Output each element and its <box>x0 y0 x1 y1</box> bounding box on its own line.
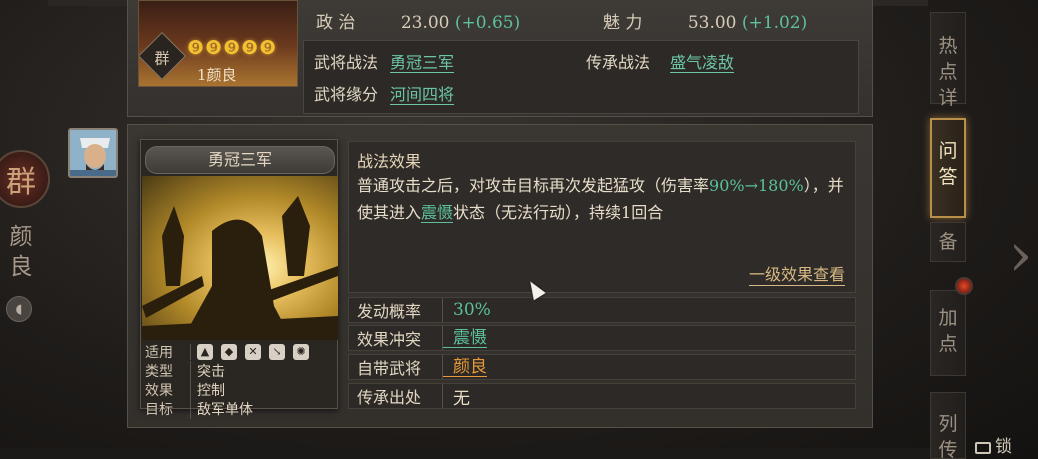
stat-value: 23.00 <box>400 13 450 33</box>
faction-badge-text: 群 <box>154 48 170 67</box>
stat-label: 魅 力 <box>603 13 643 33</box>
faction-badge: 群 <box>139 31 187 81</box>
effect-title: 战法效果 <box>357 152 422 171</box>
stat-charisma: 魅 力 53.00 (+1.02) <box>603 8 807 33</box>
battle-silhouette-art <box>142 196 338 340</box>
stat-label: 政 治 <box>316 13 356 33</box>
left-hero-panel: 群 颜 良 ◖ <box>0 0 60 459</box>
meta-value: 突击 <box>190 360 225 381</box>
bond-line: 武将缘分 河间四将 <box>314 81 455 105</box>
tab-qa[interactable]: 问 答 <box>930 118 966 218</box>
tab-add-points[interactable]: 加 点 <box>930 290 966 376</box>
hero-name-vertical: 颜 良 <box>8 222 34 282</box>
skill-card-title: 勇冠三军 <box>145 146 335 174</box>
hero-skill-line: 武将战法 勇冠三军 <box>314 49 455 73</box>
meta-label: 适用 <box>145 344 173 361</box>
attr-value-link[interactable]: 颜良 <box>443 358 487 377</box>
inherit-skill-link[interactable]: 盛气凌敌 <box>670 53 735 73</box>
meta-type: 类型 突击 <box>145 360 335 381</box>
star-rating: ❾❾❾❾❾ <box>187 37 278 59</box>
siege-icon: ✺ <box>293 343 309 360</box>
notification-dot <box>955 277 973 295</box>
speaker-icon[interactable]: ◖ <box>6 296 32 322</box>
meta-effect: 效果 控制 <box>145 379 335 400</box>
stat-delta: (+0.65) <box>454 13 521 33</box>
attr-trigger-rate: 发动概率 30% <box>348 297 856 323</box>
shield-icon: ◆ <box>221 343 237 360</box>
meta-target: 目标 敌军单体 <box>145 398 335 419</box>
attr-label: 效果冲突 <box>349 326 443 350</box>
lock-label-text: 锁 <box>995 437 1012 457</box>
lock-toggle[interactable]: 锁 <box>975 432 1012 457</box>
right-tab-bar: 热 点 详 问 答 备 加 点 列 传 <box>930 0 970 459</box>
lock-icon <box>975 441 991 454</box>
damage-rate: 90%→180% <box>709 176 804 195</box>
tab-biography[interactable]: 列 传 <box>930 392 966 459</box>
bow-icon: ✕ <box>245 343 261 360</box>
hero-portrait[interactable]: 群 ❾❾❾❾❾ 1颜良 <box>138 0 298 87</box>
troop-type-icons: ▲ ◆ ✕ ↘ ✺ <box>190 343 309 360</box>
bond-link[interactable]: 河间四将 <box>390 85 455 105</box>
skill-card: 勇冠三军 适用 ▲ ◆ ✕ ↘ ✺ 类型 突击 效果 控制 目标 敌军单体 <box>140 139 338 419</box>
attr-value: 无 <box>453 388 470 409</box>
tab-hot-detail[interactable]: 热 点 详 <box>930 12 966 109</box>
attr-value-link[interactable]: 震慑 <box>443 329 487 348</box>
level-one-effect-link[interactable]: 一级效果查看 <box>748 261 845 286</box>
bond-label: 武将缘分 <box>314 85 379 104</box>
attr-label: 传承出处 <box>349 384 443 408</box>
bottom-border <box>0 448 930 459</box>
attr-native-hero: 自带武将 颜良 <box>348 354 856 380</box>
inherit-skill-line: 传承战法 盛气凌敌 <box>586 49 735 73</box>
stat-value: 53.00 <box>687 13 737 33</box>
meta-label: 效果 <box>145 382 173 399</box>
hero-name-char: 颜 <box>9 224 33 250</box>
hero-avatar[interactable] <box>68 128 118 178</box>
skill-detail-card: 勇冠三军 适用 ▲ ◆ ✕ ↘ ✺ 类型 突击 效果 控制 目标 敌军单体 战法… <box>127 124 873 428</box>
attr-value: 30% <box>453 300 491 320</box>
attr-label: 自带武将 <box>349 355 443 379</box>
cavalry-icon: ▲ <box>197 343 213 360</box>
effect-description: 普通攻击之后，对攻击目标再次发起猛攻（伤害率90%→180%），并使其进入震慑状… <box>357 172 847 226</box>
meta-label: 目标 <box>145 401 173 418</box>
attr-label: 发动概率 <box>349 298 443 322</box>
tab-prepare[interactable]: 备 <box>930 222 966 262</box>
meta-applies: 适用 ▲ ◆ ✕ ↘ ✺ <box>145 342 335 361</box>
faction-seal: 群 <box>0 150 50 208</box>
hero-avatar-art <box>70 130 116 176</box>
effect-text: 状态（无法行动），持续1回合 <box>453 203 664 222</box>
stat-politics: 政 治 23.00 (+0.65) <box>316 8 520 33</box>
attr-effect-conflict: 效果冲突 震慑 <box>348 325 856 351</box>
hero-skills-box: 武将战法 勇冠三军 传承战法 盛气凌敌 武将缘分 河间四将 <box>303 40 859 114</box>
next-arrow-icon[interactable]: › <box>1003 215 1038 295</box>
skill-meta-list: 适用 ▲ ◆ ✕ ↘ ✺ 类型 突击 效果 控制 目标 敌军单体 <box>145 342 335 419</box>
hero-name-char: 良 <box>9 254 33 280</box>
skill-effect-box: 战法效果 普通攻击之后，对攻击目标再次发起猛攻（伤害率90%→180%），并使其… <box>348 141 856 293</box>
meta-value: 控制 <box>190 379 225 400</box>
skill-artwork <box>142 176 338 340</box>
attr-inherit-source: 传承出处 无 <box>348 383 856 409</box>
hero-level-name: 1颜良 <box>197 66 237 84</box>
hero-info-card: 群 ❾❾❾❾❾ 1颜良 政 治 23.00 (+0.65) 魅 力 53.00 … <box>127 0 873 117</box>
hero-skill-label: 武将战法 <box>314 53 379 72</box>
meta-value: 敌军单体 <box>190 398 253 419</box>
spear-icon: ↘ <box>269 343 285 360</box>
inherit-skill-label: 传承战法 <box>586 53 651 72</box>
effect-text: 普通攻击之后，对攻击目标再次发起猛攻（伤害率 <box>357 176 710 195</box>
stat-delta: (+1.02) <box>741 13 808 33</box>
meta-label: 类型 <box>145 363 173 380</box>
status-link[interactable]: 震慑 <box>421 203 454 223</box>
hero-skill-link[interactable]: 勇冠三军 <box>390 53 455 73</box>
